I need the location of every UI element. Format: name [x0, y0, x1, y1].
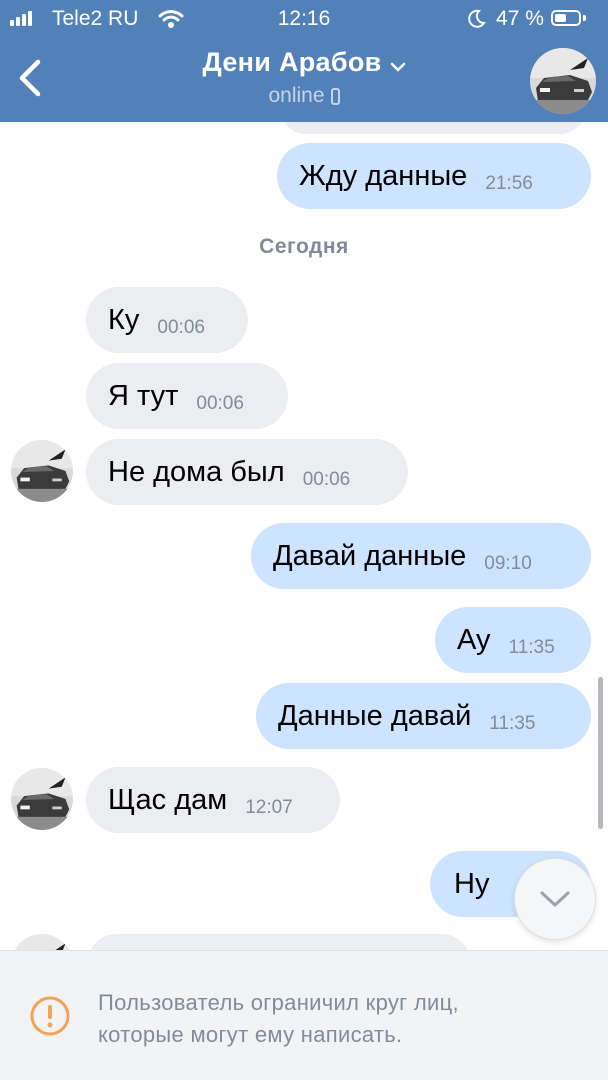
- do-not-disturb-moon-icon: [466, 9, 486, 35]
- message-bubble-outgoing[interactable]: Давай данные 09:10: [251, 523, 591, 589]
- online-status-text: online: [268, 84, 325, 107]
- sender-avatar[interactable]: [11, 934, 73, 950]
- message-time: 12:07: [245, 797, 293, 818]
- message-text: Я тут: [108, 379, 179, 412]
- message-text: Ку: [108, 303, 140, 336]
- chat-title-name: Дени Арабов: [202, 47, 382, 77]
- messaging-restricted-notice: Пользователь ограничил круг лиц, которые…: [0, 951, 608, 1080]
- message-text: Не дома был: [108, 455, 285, 488]
- notice-line-2: которые могут ему написать.: [98, 1022, 403, 1047]
- chevron-down-icon: [390, 48, 406, 79]
- notice-text: Пользователь ограничил круг лиц, которые…: [98, 987, 459, 1051]
- message-text: Давай данные: [273, 539, 467, 572]
- chevron-down-icon: [540, 891, 570, 907]
- message-text: Щас дам: [108, 783, 228, 816]
- exclamation-circle-icon: [29, 995, 71, 1037]
- message-bubble-outgoing[interactable]: Жду данные 21:56: [277, 143, 591, 209]
- online-status: online: [0, 84, 608, 108]
- message-bubble-incoming[interactable]: Я тут 00:06: [86, 363, 288, 429]
- message-bubble-outgoing[interactable]: Ау 11:35: [435, 607, 591, 673]
- partial-message: [280, 122, 586, 134]
- battery-percent: 47 %: [496, 7, 544, 30]
- message-text: Ну: [454, 867, 490, 900]
- message-text: Ау: [457, 623, 491, 656]
- battery-tip: [583, 15, 586, 21]
- chat-header: Tele2 RU 12:16 47 % Дени Арабов online: [0, 0, 608, 122]
- message-time: 11:35: [489, 713, 536, 734]
- message-text: Данные давай: [278, 699, 472, 732]
- sender-avatar[interactable]: [11, 768, 73, 830]
- message-time: 00:06: [157, 317, 205, 338]
- message-list[interactable]: Жду данные 21:56 Сегодня Ку 00:06 Я тут …: [0, 122, 608, 950]
- partial-message: [88, 934, 470, 950]
- message-bubble-incoming[interactable]: Ку 00:06: [86, 287, 248, 353]
- header-avatar[interactable]: [530, 48, 596, 114]
- message-bubble-outgoing[interactable]: Данные давай 11:35: [256, 683, 591, 749]
- message-time: 00:06: [196, 393, 244, 414]
- sender-avatar[interactable]: [11, 440, 73, 502]
- message-time: 11:35: [508, 637, 555, 658]
- date-separator: Сегодня: [259, 235, 349, 258]
- battery-icon: [551, 10, 581, 26]
- chat-title[interactable]: Дени Арабов: [0, 47, 608, 79]
- message-time: 00:06: [302, 469, 351, 490]
- status-bar: Tele2 RU 12:16 47 %: [0, 0, 608, 38]
- scroll-to-bottom-button[interactable]: [514, 858, 596, 940]
- message-text: Жду данные: [299, 159, 468, 192]
- message-time: 09:10: [484, 553, 532, 574]
- phone-icon: [330, 88, 340, 105]
- message-bubble-incoming[interactable]: Не дома был 00:06: [86, 439, 408, 505]
- message-time: 21:56: [485, 173, 533, 194]
- notice-line-1: Пользователь ограничил круг лиц,: [98, 990, 459, 1015]
- message-bubble-incoming[interactable]: Щас дам 12:07: [86, 767, 340, 833]
- scrollbar[interactable]: [598, 677, 603, 829]
